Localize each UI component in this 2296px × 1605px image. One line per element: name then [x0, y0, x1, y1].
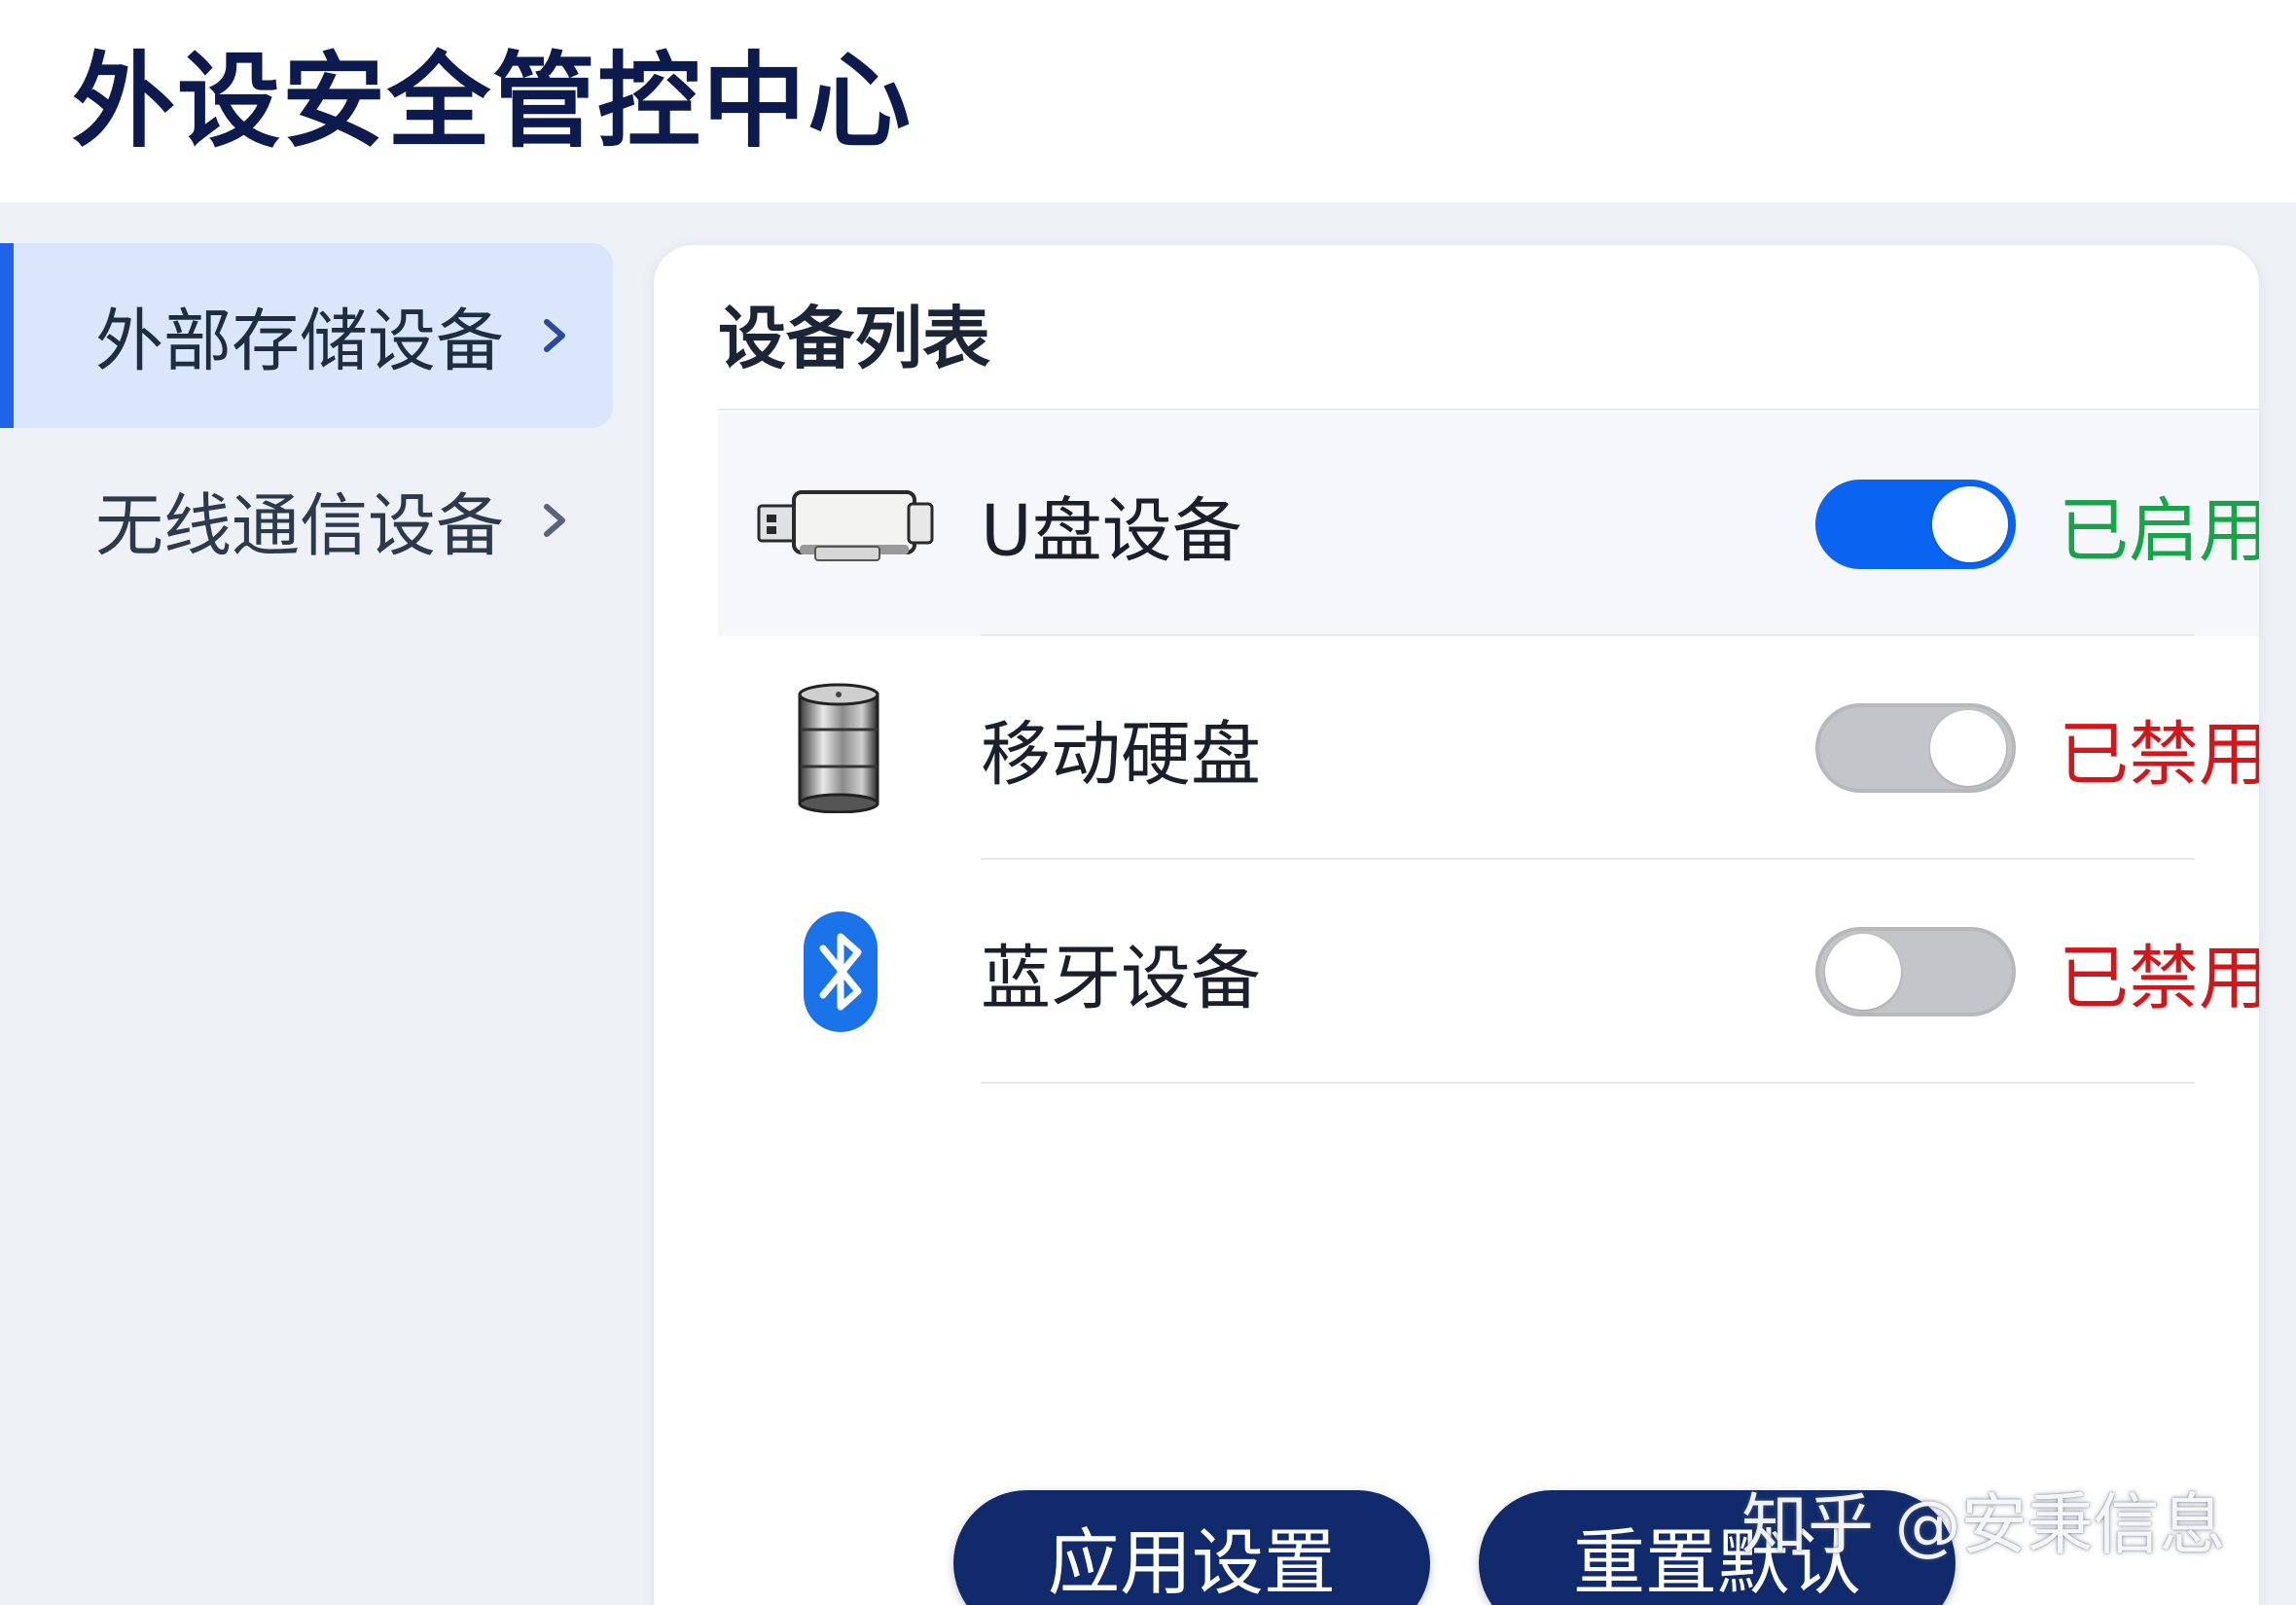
sidebar-item-wireless[interactable]: 无线通信设备 [0, 428, 613, 613]
bluetooth-icon [804, 911, 878, 1032]
device-row-usb: U盘设备 已启用 [718, 412, 2259, 636]
device-list-panel: 设备列表 U盘设备 已启用 移动硬盘 已禁用 蓝牙设备 已禁用 [654, 245, 2259, 1605]
usb-toggle[interactable] [1815, 480, 2016, 569]
panel-title: 设备列表 [718, 299, 990, 378]
toggle-knob [1825, 934, 1901, 1010]
page-title: 外设安全管控中心 [72, 42, 913, 161]
usb-drive-icon [757, 490, 934, 561]
chevron-right-icon [544, 504, 565, 537]
header: 外设安全管控中心 [0, 0, 2296, 202]
device-row-bluetooth: 蓝牙设备 已禁用 [718, 860, 2259, 1084]
chevron-right-icon [544, 319, 565, 352]
app-window: 外设安全管控中心 外部存储设备 无线通信设备 设备列表 U盘设备 已启用 移动硬… [0, 0, 2296, 1605]
device-name: U盘设备 [981, 489, 1242, 572]
bluetooth-toggle[interactable] [1815, 927, 2016, 1016]
device-name: 蓝牙设备 [981, 937, 1262, 1019]
status-badge: 已禁用 [2059, 937, 2259, 1019]
sidebar: 外部存储设备 无线通信设备 [0, 243, 613, 1605]
divider [718, 409, 2259, 410]
toggle-knob [1932, 486, 2008, 562]
status-badge: 已启用 [2059, 489, 2259, 572]
sidebar-item-external-storage[interactable]: 外部存储设备 [0, 243, 613, 428]
sidebar-item-label: 外部存储设备 [95, 301, 504, 381]
device-name: 移动硬盘 [981, 713, 1262, 796]
hard-disk-toggle[interactable] [1815, 703, 2016, 793]
device-row-hard-disk: 移动硬盘 已禁用 [718, 636, 2259, 860]
sidebar-item-label: 无线通信设备 [95, 485, 504, 566]
watermark: 知乎 @安秉信息 [1741, 1487, 2226, 1564]
divider [981, 1082, 2195, 1084]
apply-settings-button[interactable]: 应用设置 [953, 1490, 1430, 1605]
status-badge: 已禁用 [2059, 713, 2259, 796]
toggle-knob [1930, 710, 2006, 786]
hard-disk-icon [798, 683, 879, 813]
